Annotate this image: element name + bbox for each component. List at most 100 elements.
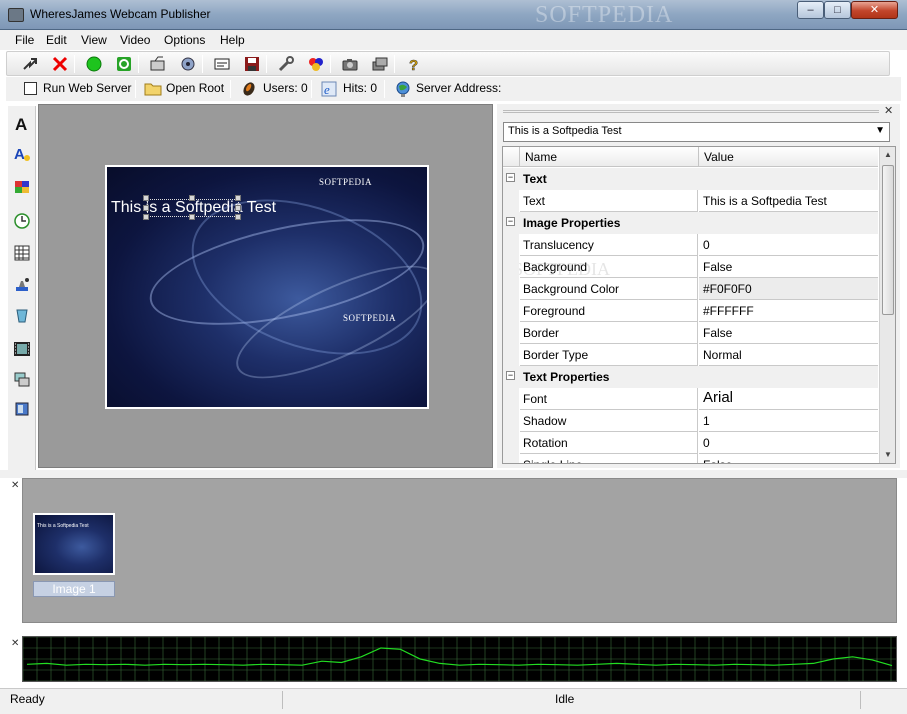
property-name: Shadow (520, 410, 698, 432)
device-icon[interactable] (13, 400, 31, 418)
globe-icon (396, 81, 410, 97)
category-row[interactable]: − Text Properties (503, 366, 878, 388)
resize-handle[interactable] (235, 214, 241, 220)
property-row[interactable]: Border Type Normal (503, 344, 878, 366)
property-row[interactable]: Font Arial (503, 388, 878, 410)
minimize-button[interactable]: – (797, 1, 824, 19)
property-value[interactable]: False (699, 322, 878, 344)
collapse-icon[interactable]: − (506, 371, 515, 380)
menu-video[interactable]: Video (120, 33, 150, 47)
capture-icon[interactable] (149, 55, 167, 73)
resize-handle[interactable] (235, 205, 241, 211)
grid-icon[interactable] (13, 244, 31, 262)
resize-handle[interactable] (189, 214, 195, 220)
horizontal-splitter[interactable] (0, 470, 907, 478)
property-row[interactable]: Foreground #FFFFFF (503, 300, 878, 322)
resize-handle[interactable] (143, 205, 149, 211)
name-column-header[interactable]: Name (525, 150, 557, 164)
property-value[interactable]: 0 (699, 234, 878, 256)
server-address-label: Server Address: (416, 81, 502, 95)
menu-bar: File Edit View Video Options Help (0, 30, 907, 50)
thumbnail-close-icon[interactable]: ✕ (11, 480, 19, 491)
refresh-icon[interactable] (115, 55, 133, 73)
thumbnail-panel: This is a Softpedia Test Image 1 (22, 478, 897, 623)
open-root-button[interactable]: Open Root (166, 81, 224, 95)
run-web-server-label[interactable]: Run Web Server (43, 81, 131, 95)
record-icon[interactable] (179, 55, 197, 73)
thumbnail-label[interactable]: Image 1 (33, 581, 115, 597)
property-value[interactable]: This is a Softpedia Test (699, 190, 878, 212)
collapse-icon[interactable]: − (506, 217, 515, 226)
chevron-down-icon[interactable]: ▼ (875, 125, 885, 136)
status-divider (282, 691, 283, 709)
category-row[interactable]: − Image Properties (503, 212, 878, 234)
menu-options[interactable]: Options (164, 33, 205, 47)
monitor-icon[interactable] (13, 370, 31, 388)
collapse-icon[interactable]: − (506, 173, 515, 182)
property-row[interactable]: Shadow 1 (503, 410, 878, 432)
caption-icon[interactable] (213, 55, 231, 73)
stamp-icon[interactable] (13, 276, 31, 294)
menu-edit[interactable]: Edit (46, 33, 67, 47)
object-selector[interactable]: This is a Softpedia Test ▼ (503, 122, 890, 142)
run-web-server-checkbox[interactable] (24, 82, 37, 95)
property-row[interactable]: Rotation 0 (503, 432, 878, 454)
property-name: Font (520, 388, 698, 410)
value-column-header[interactable]: Value (704, 150, 734, 164)
scroll-thumb[interactable] (882, 165, 894, 315)
property-value[interactable]: 0 (699, 432, 878, 454)
menu-view[interactable]: View (81, 33, 107, 47)
panel-grip[interactable] (503, 110, 879, 113)
camera2-icon[interactable] (371, 55, 389, 73)
svg-text:A: A (14, 146, 25, 162)
menu-file[interactable]: File (15, 33, 34, 47)
hits-count: Hits: 0 (343, 81, 378, 95)
property-value[interactable]: 1 (699, 410, 878, 432)
resize-handle[interactable] (235, 195, 241, 201)
property-row[interactable]: Background False (503, 256, 878, 278)
palette-icon[interactable] (307, 55, 325, 73)
panel-close-icon[interactable]: ✕ (884, 104, 893, 117)
graph-close-icon[interactable]: ✕ (11, 638, 19, 649)
film-icon[interactable] (13, 340, 31, 358)
bucket-icon[interactable] (13, 306, 31, 324)
property-value[interactable]: False (699, 256, 878, 278)
close-button[interactable]: ✕ (851, 1, 898, 19)
save-icon[interactable] (243, 55, 261, 73)
property-row[interactable]: Text This is a Softpedia Test (503, 190, 878, 212)
text-effects-icon[interactable]: A (13, 144, 31, 162)
property-value[interactable]: Normal (699, 344, 878, 366)
category-row[interactable]: − Text (503, 168, 878, 190)
text-tool-icon[interactable]: A (13, 114, 31, 132)
webcam-preview[interactable]: This is a Softpedia Test SOFTPEDIA SOFTP… (105, 165, 429, 409)
menu-help[interactable]: Help (220, 33, 245, 47)
property-name: Single Line (520, 454, 698, 463)
tools-icon[interactable] (277, 55, 295, 73)
scroll-up-icon[interactable]: ▲ (880, 147, 895, 163)
canvas-area[interactable]: This is a Softpedia Test SOFTPEDIA SOFTP… (38, 104, 493, 468)
color-blocks-icon[interactable] (13, 178, 31, 196)
scroll-down-icon[interactable]: ▼ (880, 447, 895, 463)
property-row[interactable]: Single Line False (503, 454, 878, 463)
property-value[interactable]: Arial (699, 388, 878, 410)
thumbnail-image[interactable]: This is a Softpedia Test (33, 513, 115, 575)
property-value[interactable]: #FFFFFF (699, 300, 878, 322)
resize-handle[interactable] (189, 195, 195, 201)
resize-handle[interactable] (143, 195, 149, 201)
property-row-selected[interactable]: Background Color #F0F0F0 (503, 278, 878, 300)
property-scrollbar[interactable]: ▲ ▼ (879, 147, 895, 463)
camera-icon[interactable] (341, 55, 359, 73)
property-row[interactable]: Border False (503, 322, 878, 344)
help-icon[interactable]: ? (405, 55, 423, 73)
resize-handle[interactable] (143, 214, 149, 220)
start-icon[interactable] (85, 55, 103, 73)
property-value[interactable]: False (699, 454, 878, 463)
toolbar-separator (266, 55, 267, 73)
property-value[interactable]: #F0F0F0 (699, 278, 878, 300)
delete-icon[interactable] (51, 55, 69, 73)
maximize-button[interactable]: □ (824, 1, 851, 19)
clock-icon[interactable] (13, 212, 31, 230)
main-toolbar: ? (6, 51, 890, 76)
property-row[interactable]: Translucency 0 (503, 234, 878, 256)
open-icon[interactable] (21, 55, 39, 73)
